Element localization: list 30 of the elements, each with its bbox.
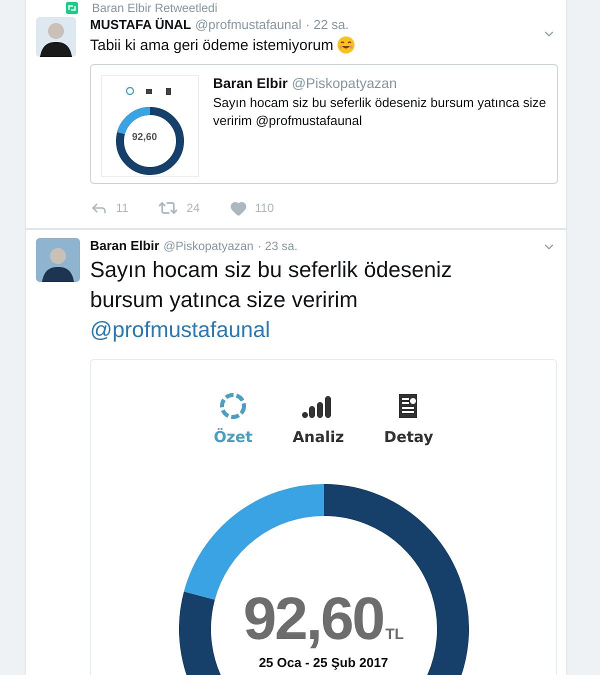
smiley-icon bbox=[337, 36, 356, 54]
like-button[interactable]: 110 bbox=[230, 198, 274, 218]
avatar[interactable] bbox=[36, 238, 80, 282]
quoted-author-name[interactable]: Baran Elbir bbox=[213, 75, 288, 91]
author-handle[interactable]: @Piskopatyazan bbox=[163, 239, 254, 253]
donut-drawing bbox=[115, 106, 185, 176]
tweet-text: Tabii ki ama geri ödeme istemiyorum bbox=[90, 36, 334, 54]
quoted-tweet-card[interactable]: 92,60 Baran Elbir @Piskopatyazan Sayın hocam siz bu seferlik ödeseniz bursum yatınca size veririm @profmustafaunal bbox=[90, 64, 558, 184]
currency-label: TL bbox=[385, 626, 404, 643]
author-name[interactable]: MUSTAFA ÜNAL bbox=[90, 17, 192, 32]
amount-value: 92,60 bbox=[243, 584, 384, 653]
period-label: 25 Oca - 25 Şub 2017 bbox=[258, 655, 388, 670]
author-handle[interactable]: @profmustafaunal bbox=[195, 17, 302, 32]
tweet-time[interactable]: · 23 sa. bbox=[258, 239, 298, 253]
reply-button[interactable]: 11 bbox=[90, 198, 128, 218]
author-name[interactable]: Baran Elbir bbox=[90, 238, 160, 253]
tweet-time[interactable]: · 22 sa. bbox=[306, 17, 349, 32]
quoted-author-handle[interactable]: @Piskopatyazan bbox=[292, 75, 397, 91]
tweet-text: Sayın hocam siz bu seferlik ödeseniz bursum yatınca size veririm bbox=[90, 256, 453, 314]
ring-icon bbox=[219, 392, 248, 420]
avatar[interactable] bbox=[36, 17, 76, 57]
app-tab[interactable]: Detay bbox=[384, 392, 434, 446]
heart-icon bbox=[230, 200, 247, 216]
retweet-button[interactable]: 24 bbox=[158, 198, 200, 218]
app-tab[interactable]: Analiz bbox=[292, 392, 344, 446]
retweet-label: Baran Elbir Retweetledi bbox=[92, 1, 218, 15]
quoted-tweet-text: Sayın hocam siz bu seferlik ödeseniz bursum yatınca size veririm @profmustafaunal bbox=[213, 94, 547, 130]
thumbnail-amount: 92,60 bbox=[132, 132, 158, 143]
app-tab[interactable]: Özet bbox=[214, 392, 253, 446]
mention-link[interactable]: @profmustafaunal bbox=[90, 315, 270, 345]
